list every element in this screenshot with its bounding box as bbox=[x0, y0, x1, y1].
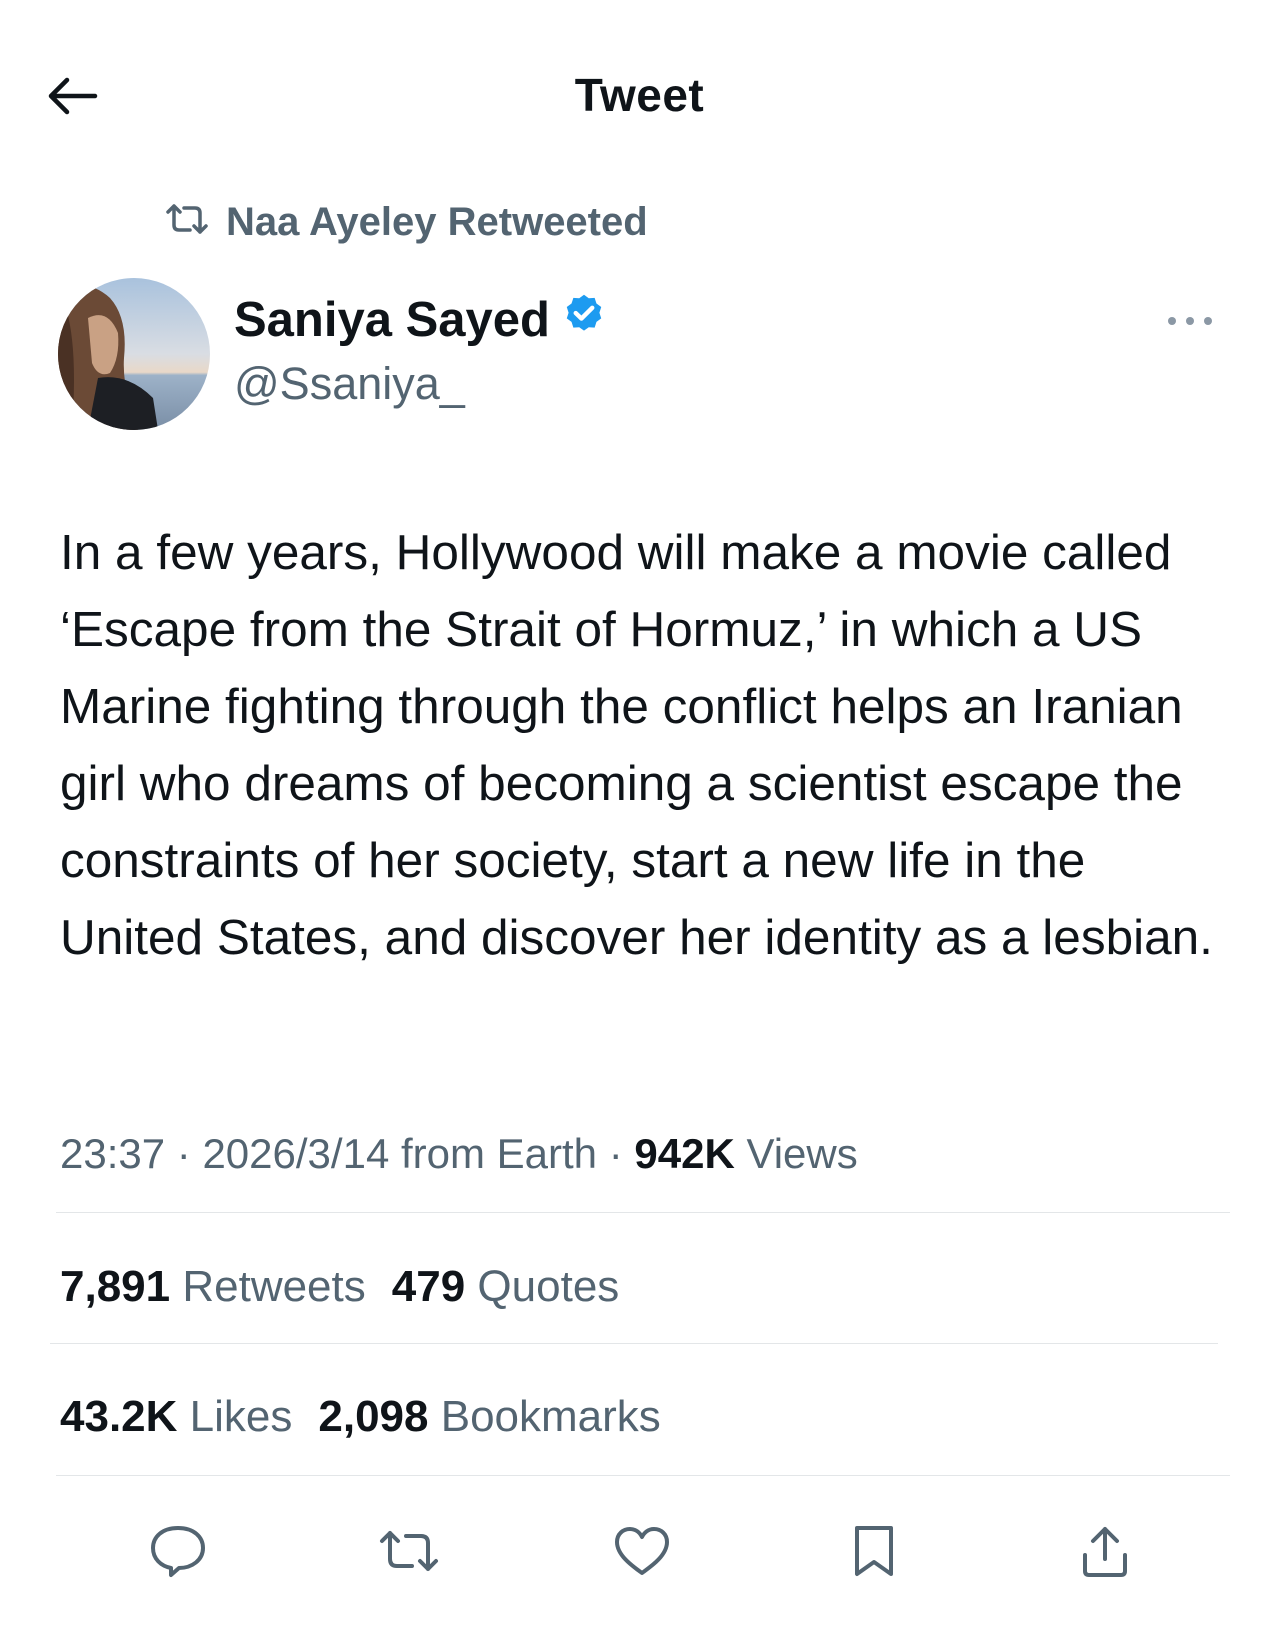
likes-count: 43.2K bbox=[60, 1392, 178, 1441]
tweet-meta: 23:37 · 2026/3/14 from Earth · 942K View… bbox=[60, 1130, 858, 1178]
bookmark-icon bbox=[852, 1523, 896, 1584]
retweet-icon bbox=[164, 200, 210, 245]
stats-row-likes: 43.2K Likes 2,098 Bookmarks bbox=[60, 1392, 661, 1442]
divider bbox=[56, 1212, 1230, 1213]
tweet-text: In a few years, Hollywood will make a mo… bbox=[60, 525, 1213, 965]
bookmarks-label: Bookmarks bbox=[440, 1392, 661, 1441]
retweet-button[interactable] bbox=[377, 1521, 441, 1585]
avatar[interactable] bbox=[58, 278, 210, 430]
like-icon bbox=[613, 1525, 671, 1582]
retweeted-by-label: Naa Ayeley Retweeted bbox=[226, 200, 648, 244]
author-handle[interactable]: @Ssaniya_ bbox=[234, 358, 465, 410]
retweet-context[interactable]: Naa Ayeley Retweeted bbox=[164, 200, 648, 245]
quotes-label: Quotes bbox=[477, 1262, 620, 1311]
author-name: Saniya Sayed bbox=[234, 293, 550, 347]
bookmark-button[interactable] bbox=[842, 1521, 906, 1585]
divider bbox=[50, 1343, 1218, 1344]
bookmarks-stat[interactable]: 2,098 Bookmarks bbox=[318, 1392, 660, 1442]
likes-stat[interactable]: 43.2K Likes bbox=[60, 1392, 292, 1442]
retweet-icon bbox=[378, 1529, 440, 1578]
more-button[interactable] bbox=[1160, 305, 1220, 341]
stats-row-engagement: 7,891 Retweets 479 Quotes bbox=[60, 1262, 619, 1312]
meta-separator: · bbox=[176, 1130, 191, 1177]
tweet-source: from Earth bbox=[400, 1130, 598, 1177]
likes-label: Likes bbox=[189, 1392, 293, 1441]
quotes-count: 479 bbox=[391, 1262, 466, 1311]
reply-button[interactable] bbox=[146, 1521, 210, 1585]
page-title: Tweet bbox=[574, 69, 705, 121]
reply-icon bbox=[149, 1524, 207, 1583]
bookmarks-count: 2,098 bbox=[318, 1392, 429, 1441]
views-count: 942K bbox=[634, 1130, 735, 1177]
share-icon bbox=[1079, 1523, 1131, 1584]
views-label: Views bbox=[746, 1130, 858, 1177]
more-icon bbox=[1166, 314, 1214, 332]
retweets-label: Retweets bbox=[182, 1262, 366, 1311]
tweet-time[interactable]: 23:37 bbox=[60, 1130, 165, 1177]
retweets-count: 7,891 bbox=[60, 1262, 171, 1311]
meta-separator: · bbox=[608, 1130, 623, 1177]
like-button[interactable] bbox=[610, 1521, 674, 1585]
tweet-date[interactable]: 2026/3/14 bbox=[202, 1130, 389, 1177]
share-button[interactable] bbox=[1073, 1521, 1137, 1585]
quotes-stat[interactable]: 479 Quotes bbox=[392, 1262, 620, 1312]
verified-badge-icon bbox=[562, 292, 606, 348]
divider bbox=[56, 1475, 1230, 1476]
retweets-stat[interactable]: 7,891 Retweets bbox=[60, 1262, 366, 1312]
author-name-row[interactable]: Saniya Sayed bbox=[234, 292, 606, 348]
